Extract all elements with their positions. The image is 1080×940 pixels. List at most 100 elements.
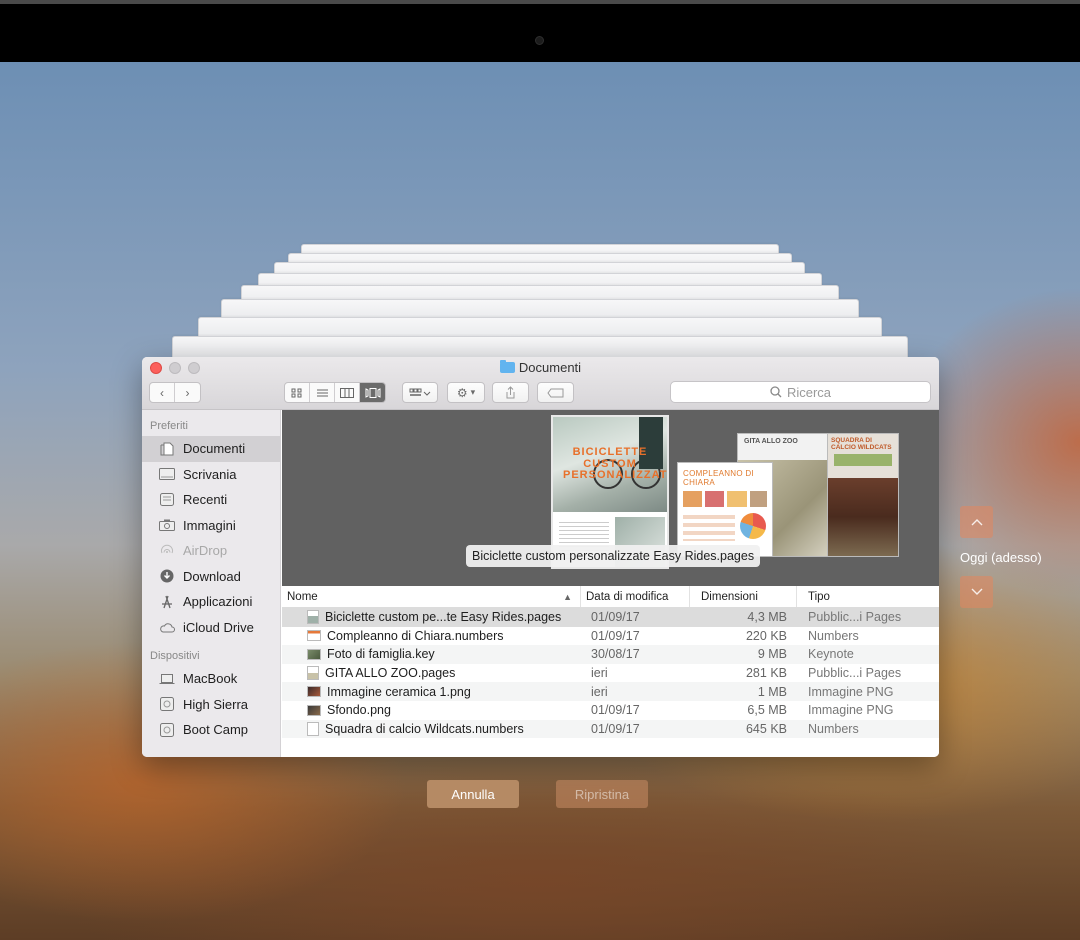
sidebar-item-scrivania[interactable]: Scrivania (142, 462, 280, 488)
applications-icon (159, 595, 175, 609)
view-mode-selector (284, 382, 386, 403)
file-kind: Pubblic...i Pages (808, 610, 902, 625)
sidebar-item-documenti[interactable]: Documenti (142, 436, 280, 462)
sidebar-item-label: Documenti (183, 441, 246, 457)
file-name: Foto di famiglia.key (327, 647, 435, 662)
sort-ascending-icon: ▲ (563, 591, 572, 602)
share-button[interactable] (492, 382, 529, 403)
file-kind: Numbers (808, 628, 859, 643)
sidebar-item-high-sierra[interactable]: High Sierra (142, 692, 280, 718)
list-view-button[interactable] (310, 383, 335, 402)
search-icon (770, 386, 782, 398)
file-size: 9 MB (757, 647, 787, 662)
restore-button[interactable]: Ripristina (556, 780, 648, 808)
devices-header: Dispositivi (150, 650, 200, 662)
table-row[interactable]: GITA ALLO ZOO.pages ieri 281 KB Pubblic.… (282, 664, 939, 683)
sidebar-item-label: Recenti (183, 492, 228, 508)
file-date: 01/09/17 (591, 628, 640, 643)
forward-button[interactable]: › (175, 383, 200, 402)
image-file-icon (307, 686, 321, 698)
column-header-label: Data di modifica (586, 590, 669, 603)
icon-view-button[interactable] (285, 383, 310, 402)
column-header-label: Tipo (808, 590, 830, 603)
file-list: Nome ▲ Data di modifica Dimensioni Tipo … (282, 586, 939, 757)
sidebar-item-label: iCloud Drive (183, 619, 254, 635)
image-file-icon (307, 704, 321, 716)
toolbar: Documenti ‹ › ⚙ ▾ Ricerca (142, 357, 939, 410)
action-button[interactable]: ⚙ ▾ (447, 382, 485, 403)
back-button[interactable]: ‹ (150, 383, 175, 402)
desktop-icon (159, 467, 175, 481)
file-kind: Keynote (808, 647, 854, 662)
arrange-icon (409, 388, 431, 396)
keynote-file-icon (307, 648, 321, 660)
sidebar-item-label: Scrivania (183, 466, 237, 482)
coverflow-item-compleanno[interactable]: COMPLEANNO DI CHIARA (677, 462, 773, 557)
sidebar-item-immagini[interactable]: Immagini (142, 513, 280, 539)
search-field[interactable]: Ricerca (670, 381, 931, 403)
file-name: Immagine ceramica 1.png (327, 684, 471, 699)
table-row[interactable]: Biciclette custom pe...te Easy Rides.pag… (282, 608, 939, 627)
sidebar-item-applicazioni[interactable]: Applicazioni (142, 589, 280, 615)
pages-file-icon (307, 666, 319, 681)
gear-icon: ⚙ (456, 385, 468, 400)
laptop-icon (159, 672, 175, 686)
tag-button[interactable] (537, 382, 574, 403)
chevron-down-icon (971, 588, 982, 595)
file-size: 281 KB (745, 666, 787, 681)
coverflow-doc-title: SQUADRA DI CALCIO WILDCATS (831, 437, 892, 452)
table-row[interactable]: Compleanno di Chiara.numbers 01/09/17 22… (282, 627, 939, 646)
file-size: 645 KB (745, 721, 787, 736)
chevron-down-icon: ▾ (470, 387, 476, 397)
airdrop-icon (159, 544, 175, 558)
sidebar-item-icloud-drive[interactable]: iCloud Drive (142, 615, 280, 641)
sidebar-item-recenti[interactable]: Recenti (142, 487, 280, 513)
file-date: 01/09/17 (591, 703, 640, 718)
column-view-button[interactable] (335, 383, 360, 402)
column-header-date[interactable]: Data di modifica (581, 586, 690, 607)
coverflow-view-button[interactable] (360, 383, 385, 402)
table-row[interactable]: Squadra di calcio Wildcats.numbers 01/09… (282, 719, 939, 739)
column-header-kind[interactable]: Tipo (797, 586, 939, 607)
timeline-older-button[interactable] (960, 506, 993, 538)
icon-view-icon (291, 388, 302, 397)
sidebar-item-airdrop[interactable]: AirDrop (142, 538, 280, 564)
column-header-label: Nome (287, 590, 318, 603)
file-date: 30/08/17 (591, 647, 640, 662)
search-placeholder: Ricerca (786, 384, 832, 400)
file-name: Sfondo.png (327, 703, 391, 718)
cancel-button[interactable]: Annulla (427, 780, 519, 808)
disk-icon (159, 722, 175, 737)
file-date: ieri (591, 684, 608, 699)
finder-window: Documenti ‹ › ⚙ ▾ Ricerca Preferiti Docu… (142, 357, 939, 757)
file-name: Squadra di calcio Wildcats.numbers (325, 721, 524, 736)
list-view-icon (316, 389, 328, 396)
timeline-newer-button[interactable] (960, 576, 993, 608)
sidebar-item-label: High Sierra (183, 696, 249, 712)
numbers-file-icon (307, 721, 319, 736)
numbers-file-icon (307, 630, 321, 642)
file-list-header: Nome ▲ Data di modifica Dimensioni Tipo (282, 586, 939, 608)
camera-icon (535, 36, 544, 45)
column-header-name[interactable]: Nome ▲ (282, 586, 581, 607)
sidebar: Preferiti Documenti Scrivania Recenti Im… (142, 410, 281, 757)
table-row[interactable]: Sfondo.png 01/09/17 6,5 MB Immagine PNG (282, 701, 939, 720)
recents-icon (159, 493, 175, 507)
coverflow-doc-title: GITA ALLO ZOO (738, 434, 832, 456)
file-date: ieri (591, 666, 608, 681)
tag-icon (546, 388, 563, 397)
table-row[interactable]: Foto di famiglia.key 30/08/17 9 MB Keyno… (282, 645, 939, 664)
column-header-size[interactable]: Dimensioni (690, 586, 797, 607)
arrange-button[interactable] (402, 382, 438, 403)
file-date: 01/09/17 (591, 721, 640, 736)
coverflow-item-wildcats[interactable]: SQUADRA DI CALCIO WILDCATS (827, 433, 899, 557)
file-name: Biciclette custom pe...te Easy Rides.pag… (325, 610, 562, 625)
column-view-icon (340, 387, 354, 398)
sidebar-item-macbook[interactable]: MacBook (142, 666, 280, 692)
sidebar-item-boot-camp[interactable]: Boot Camp (142, 717, 280, 743)
download-icon (159, 569, 175, 583)
sidebar-item-download[interactable]: Download (142, 564, 280, 590)
favorites-header: Preferiti (150, 420, 188, 432)
documents-icon (159, 442, 175, 456)
table-row[interactable]: Immagine ceramica 1.png ieri 1 MB Immagi… (282, 682, 939, 701)
